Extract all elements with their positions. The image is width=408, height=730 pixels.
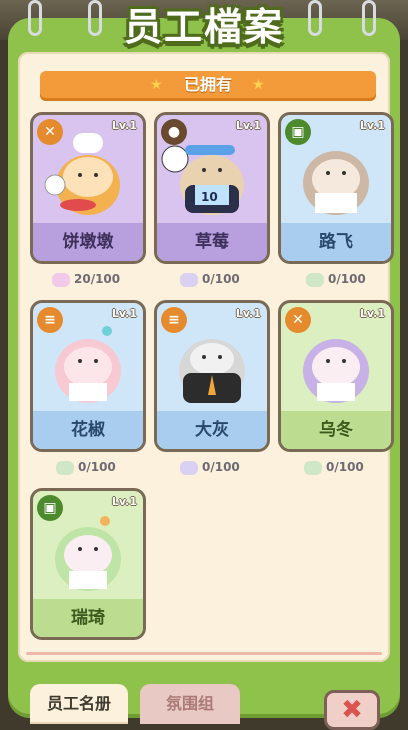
shard-icon	[52, 272, 70, 287]
cart-icon: ▣	[37, 495, 63, 521]
employee-name: 大灰	[157, 411, 267, 449]
employee-card[interactable]: 10 ● Lv.1 草莓	[154, 112, 270, 264]
employee-card[interactable]: ✕ Lv.1 乌冬	[278, 300, 394, 452]
level-label: Lv.1	[111, 495, 137, 508]
employee-name: 乌冬	[281, 411, 391, 449]
employee-card[interactable]: ✕ Lv.1 饼墩墩	[30, 112, 146, 264]
shard-value: 0/100	[328, 272, 366, 286]
shard-count: 0/100	[180, 460, 240, 475]
employee-name: 瑞琦	[33, 599, 143, 637]
shard-value: 0/100	[202, 272, 240, 286]
svg-text:10: 10	[201, 190, 218, 204]
tab-employee-roster[interactable]: 员工名册	[30, 684, 128, 724]
cart-icon: ▣	[285, 119, 311, 145]
shard-icon	[56, 460, 74, 475]
page-title: 员工檔案	[123, 5, 284, 49]
employee-card[interactable]: ≡ Lv.1 花椒	[30, 300, 146, 452]
employee-card[interactable]: ▣ Lv.1 瑞琦	[30, 488, 146, 640]
shard-count: 20/100	[52, 272, 120, 287]
level-label: Lv.1	[111, 119, 137, 132]
close-button[interactable]: ✖	[324, 690, 380, 730]
ball-icon: ●	[161, 119, 187, 145]
employee-name: 路飞	[281, 223, 391, 261]
shard-count: 0/100	[56, 460, 116, 475]
employee-card[interactable]: ▣ Lv.1 路飞	[278, 112, 394, 264]
shard-value: 0/100	[78, 460, 116, 474]
shard-icon	[180, 460, 198, 475]
dumbbell-icon: ≡	[37, 307, 63, 333]
shard-icon	[180, 272, 198, 287]
shard-value: 0/100	[326, 460, 364, 474]
close-icon: ✖	[341, 695, 363, 725]
level-label: Lv.1	[359, 307, 385, 320]
level-label: Lv.1	[111, 307, 137, 320]
level-label: Lv.1	[235, 119, 261, 132]
owned-ribbon: ★ ★ 已拥有	[40, 71, 376, 101]
shard-count: 0/100	[306, 272, 366, 287]
ribbon-label: 已拥有	[183, 75, 232, 94]
shard-value: 20/100	[74, 272, 121, 286]
dumbbell-icon: ≡	[161, 307, 187, 333]
employee-name: 花椒	[33, 411, 143, 449]
utensils-icon: ✕	[285, 307, 311, 333]
employee-name: 草莓	[157, 223, 267, 261]
shard-icon	[306, 272, 324, 287]
shard-icon	[304, 460, 322, 475]
shard-value: 0/100	[202, 460, 240, 474]
level-label: Lv.1	[235, 307, 261, 320]
employee-name: 饼墩墩	[33, 223, 143, 261]
divider	[26, 652, 382, 655]
shard-count: 0/100	[304, 460, 364, 475]
shard-count: 0/100	[180, 272, 240, 287]
level-label: Lv.1	[359, 119, 385, 132]
employee-card[interactable]: ≡ Lv.1 大灰	[154, 300, 270, 452]
tab-atmosphere-group[interactable]: 氛围组	[140, 684, 240, 724]
utensils-icon: ✕	[37, 119, 63, 145]
